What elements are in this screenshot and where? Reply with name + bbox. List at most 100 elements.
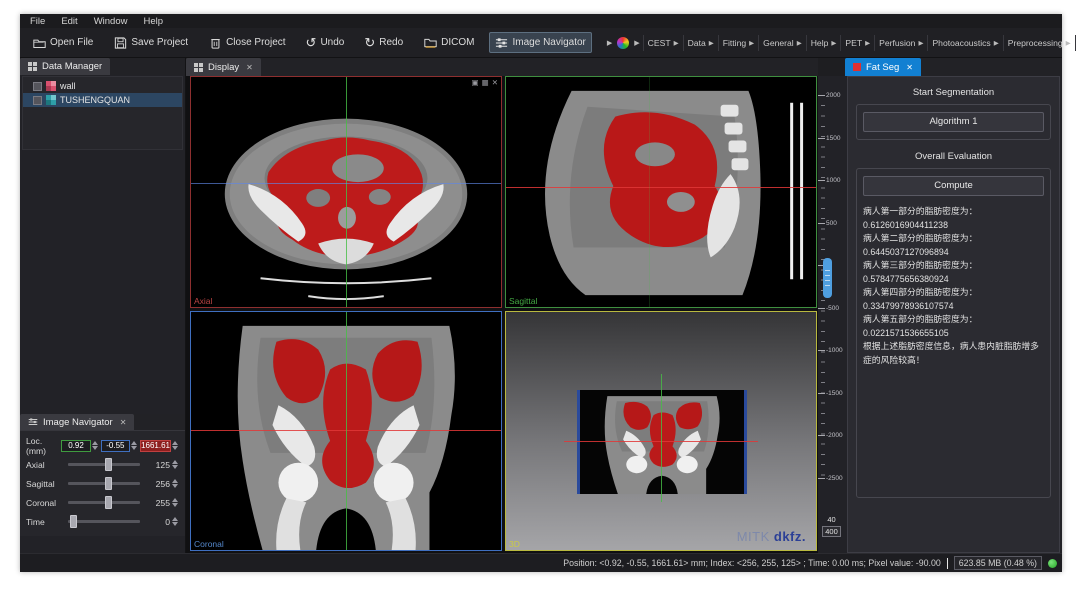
fullscreen-icon[interactable]: ✕ [492, 78, 498, 87]
tab-data-manager[interactable]: Data Manager [20, 58, 110, 75]
fat-density-result-line: 病人第一部分的脂肪密度为：0.6126016904411238 [863, 205, 1044, 232]
level-window-handle[interactable] [823, 258, 832, 298]
axial-slider[interactable] [68, 463, 140, 466]
image-navigator-icon [28, 418, 38, 427]
crosshair-sagittal-plane [346, 77, 347, 307]
layout-icon[interactable]: ▦ [482, 78, 489, 87]
close-icon[interactable]: ✕ [246, 63, 253, 72]
slider-handle[interactable] [105, 496, 112, 509]
toolbar-view-menu[interactable]: Perfusion ▶ [874, 35, 927, 51]
level-value: 40 [827, 515, 835, 524]
crosshair-coronal-plane [649, 77, 650, 307]
dicom-icon [423, 36, 437, 49]
view-menu-label: General [763, 38, 794, 48]
scale-tick: -1500 [818, 390, 845, 397]
viewport-label-axial: Axial [194, 296, 212, 306]
dkfz-logo-text: dkfz. [774, 529, 806, 544]
close-icon[interactable]: ✕ [906, 63, 913, 72]
redo-button[interactable]: ↻ Redo [358, 33, 409, 52]
menu-item[interactable]: Edit [61, 16, 77, 27]
fat-seg-body: Start Segmentation Algorithm 1 Overall E… [847, 76, 1060, 553]
crosshair-sagittal-plane [346, 312, 347, 550]
sagittal-ct-image [506, 77, 816, 307]
crosshair-sagittal-plane [661, 374, 662, 502]
spinner-arrows[interactable] [172, 517, 178, 526]
submenu-arrow-icon: ▶ [749, 39, 754, 47]
open-file-button[interactable]: Open File [26, 32, 99, 53]
slider-handle[interactable] [70, 515, 77, 528]
data-node-wall[interactable]: wall [23, 79, 182, 93]
toolbar-view-menu[interactable]: Quantification ▶ [1075, 35, 1080, 51]
coronal-slider[interactable] [68, 501, 140, 504]
toolbar-view-menu[interactable]: Help ▶ [806, 35, 841, 51]
overall-evaluation-group: Compute 病人第一部分的脂肪密度为：0.6126016904411238病… [856, 168, 1051, 498]
sagittal-slider-row: Sagittal 256 [24, 475, 181, 492]
scale-tick: -500 [818, 305, 845, 312]
slider-handle[interactable] [105, 477, 112, 490]
image-navigator-panel: Image Navigator ✕ Loc. (mm) 0.92 -0.55 1… [20, 414, 185, 536]
lut-arrow-icon[interactable]: ▶ [631, 39, 642, 47]
viewport-sagittal[interactable]: Sagittal [505, 76, 817, 308]
overall-evaluation-title: Overall Evaluation [856, 148, 1051, 168]
overflow-arrow-icon[interactable]: ▶ [604, 39, 615, 47]
tab-display[interactable]: Display ✕ [186, 58, 261, 76]
loc-z-spinbox[interactable]: 1661.61 [140, 440, 171, 452]
algorithm-1-button[interactable]: Algorithm 1 [863, 112, 1044, 132]
toolbar-view-menu[interactable]: Data ▶ [683, 35, 718, 51]
spinner-arrows[interactable] [172, 460, 178, 469]
tab-fat-seg[interactable]: Fat Seg ✕ [845, 58, 921, 76]
toolbar: Open File Save Project Close Project ↺ U… [20, 28, 1062, 58]
visibility-checkbox[interactable] [33, 82, 42, 91]
submenu-arrow-icon: ▶ [831, 39, 836, 47]
spinner-arrows[interactable] [172, 498, 178, 507]
pin-icon[interactable]: ▣ [472, 78, 479, 87]
image-navigator-button[interactable]: Image Navigator [489, 32, 592, 53]
menu-item[interactable]: Help [143, 16, 163, 27]
compute-button[interactable]: Compute [863, 176, 1044, 196]
menu-item[interactable]: Window [94, 16, 128, 27]
mitk-workbench-window: File Edit Window Help Open File Save Projec… [20, 14, 1062, 572]
level-window-values: 40 400 [818, 515, 845, 537]
color-lut-icon[interactable] [617, 37, 629, 49]
coronal-slider-value: 255 [146, 498, 170, 508]
toolbar-view-menu[interactable]: Photoacoustics ▶ [927, 35, 1002, 51]
spinner-arrows[interactable] [172, 441, 178, 450]
time-slider[interactable] [68, 520, 140, 523]
toolbar-view-menu[interactable]: Preprocessing ▶ [1003, 35, 1075, 51]
spinner-arrows[interactable] [172, 479, 178, 488]
view-menu-label: Fitting [723, 38, 746, 48]
left-panel: Data Manager wall TUSHENGQUAN Image Navi… [20, 58, 186, 553]
menu-item[interactable]: File [30, 16, 45, 27]
spinner-arrows[interactable] [131, 441, 137, 450]
status-bar: Position: <0.92, -0.55, 1661.61> mm; Ind… [20, 553, 1062, 572]
viewport-label-coronal: Coronal [194, 539, 224, 549]
viewport-3d[interactable]: MITK dkfz. 3D [505, 311, 817, 551]
image-navigator-tabrow: Image Navigator ✕ [20, 414, 185, 430]
spinner-arrows[interactable] [92, 441, 98, 450]
tab-image-navigator[interactable]: Image Navigator ✕ [20, 414, 134, 430]
save-project-button[interactable]: Save Project [107, 32, 194, 53]
slider-handle[interactable] [105, 458, 112, 471]
viewport-axial[interactable]: ▣ ▦ ✕ Axial [190, 76, 502, 308]
loc-y-spinbox[interactable]: -0.55 [101, 440, 130, 452]
sagittal-slider-value: 256 [146, 479, 170, 489]
dicom-button[interactable]: DICOM [417, 32, 480, 53]
data-node-tushengquan[interactable]: TUSHENGQUAN [23, 93, 182, 107]
viewport-coronal[interactable]: Coronal [190, 311, 502, 551]
redo-icon: ↻ [364, 38, 375, 48]
close-project-button[interactable]: Close Project [202, 32, 291, 53]
level-window-slider[interactable]: 2000 1500 1000 500 [818, 76, 845, 553]
sagittal-slider[interactable] [68, 482, 140, 485]
toolbar-view-menu[interactable]: PET ▶ [840, 35, 874, 51]
time-slider-label: Time [24, 517, 66, 527]
toolbar-view-menu[interactable]: General ▶ [758, 35, 806, 51]
toolbar-view-menu[interactable]: CEST ▶ [643, 35, 683, 51]
tick-label: -1000 [826, 347, 843, 354]
display-tabrow: Display ✕ [186, 58, 818, 76]
close-icon[interactable]: ✕ [120, 418, 127, 427]
loc-x-spinbox[interactable]: 0.92 [61, 440, 90, 452]
visibility-checkbox[interactable] [33, 96, 42, 105]
memory-usage-indicator: 623.85 MB (0.48 %) [954, 556, 1042, 570]
undo-button[interactable]: ↺ Undo [300, 33, 351, 52]
toolbar-view-menu[interactable]: Fitting ▶ [718, 35, 758, 51]
